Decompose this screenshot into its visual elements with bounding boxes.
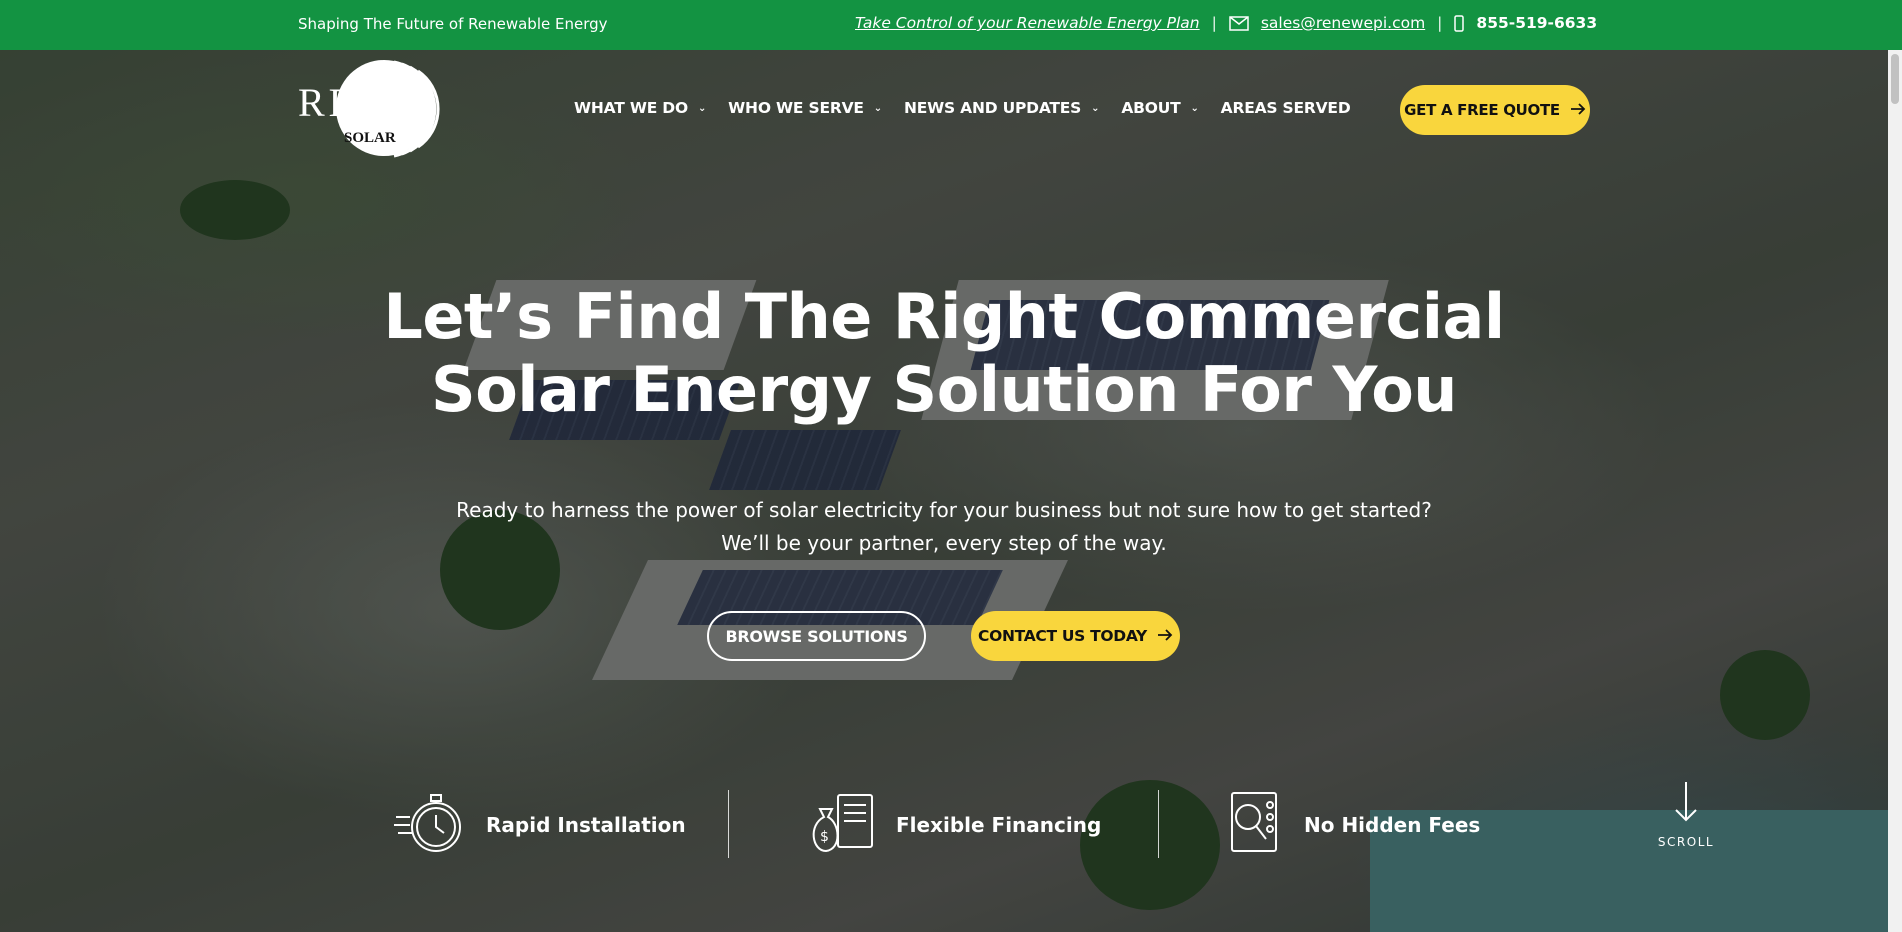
nav-label: WHAT WE DO bbox=[574, 99, 688, 117]
feature-flexible-financing: $ Flexible Financing bbox=[806, 790, 1101, 860]
separator: | bbox=[1211, 14, 1217, 32]
solar-panels bbox=[709, 430, 901, 490]
feature-divider bbox=[1158, 790, 1159, 858]
arrow-right-icon bbox=[1570, 101, 1586, 119]
scroll-indicator[interactable]: SCROLL bbox=[1656, 780, 1716, 849]
nav-label: NEWS AND UPDATES bbox=[903, 99, 1082, 117]
feature-rapid-installation: Rapid Installation bbox=[394, 790, 686, 860]
renewable-plan-link[interactable]: Take Control of your Renewable Energy Pl… bbox=[855, 14, 1200, 32]
nav-label: WHO WE SERVE bbox=[728, 99, 864, 117]
tree bbox=[1720, 650, 1810, 740]
subtitle-line: Ready to harness the power of solar elec… bbox=[456, 498, 1432, 522]
magnifier-document-icon bbox=[1224, 791, 1284, 860]
chevron-down-icon: ⌄ bbox=[1190, 102, 1199, 114]
feature-label: Rapid Installation bbox=[486, 813, 686, 837]
phone-icon bbox=[1454, 14, 1465, 32]
nav-label: AREAS SERVED bbox=[1220, 99, 1351, 117]
button-label: CONTACT US TODAY bbox=[978, 627, 1147, 645]
scroll-label: SCROLL bbox=[1657, 835, 1715, 849]
arrow-down-icon bbox=[1671, 782, 1701, 828]
logo-text: REP bbox=[298, 80, 383, 125]
tree bbox=[180, 180, 290, 240]
contact-us-button[interactable]: CONTACT US TODAY bbox=[971, 611, 1180, 661]
top-bar: Shaping The Future of Renewable Energy T… bbox=[0, 0, 1902, 50]
page-scrollbar[interactable] bbox=[1888, 50, 1902, 932]
top-bar-contact: Take Control of your Renewable Energy Pl… bbox=[855, 14, 1597, 32]
nav-item-about[interactable]: ABOUT ⌄ bbox=[1121, 99, 1199, 117]
nav-item-areas-served[interactable]: AREAS SERVED bbox=[1221, 99, 1351, 117]
nav-label: ABOUT bbox=[1121, 99, 1181, 117]
feature-label: No Hidden Fees bbox=[1304, 813, 1481, 837]
button-label: GET A FREE QUOTE bbox=[1404, 101, 1560, 119]
scrollbar-thumb[interactable] bbox=[1891, 54, 1899, 104]
hero-subtitle: Ready to harness the power of solar elec… bbox=[0, 494, 1888, 560]
main-nav: WHAT WE DO ⌄ WHO WE SERVE ⌄ NEWS AND UPDAT… bbox=[574, 99, 1372, 117]
logo-subtext: SOLAR bbox=[344, 130, 396, 146]
money-bag-icon: $ bbox=[806, 791, 876, 860]
subtitle-line: We’ll be your partner, every step of the… bbox=[721, 531, 1167, 555]
headline-line: Let’s Find The Right Commercial bbox=[383, 280, 1505, 353]
envelope-icon bbox=[1229, 15, 1249, 31]
hero-headline: Let’s Find The Right Commercial Solar En… bbox=[0, 280, 1888, 426]
headline-line: Solar Energy Solution For You bbox=[431, 353, 1457, 426]
svg-text:$: $ bbox=[820, 829, 829, 845]
nav-item-who-we-serve[interactable]: WHO WE SERVE ⌄ bbox=[728, 99, 882, 117]
arrow-right-icon bbox=[1157, 627, 1173, 645]
nav-item-news-and-updates[interactable]: NEWS AND UPDATES ⌄ bbox=[903, 99, 1100, 117]
browse-solutions-button[interactable]: BROWSE SOLUTIONS bbox=[707, 611, 926, 661]
nav-item-what-we-do[interactable]: WHAT WE DO ⌄ bbox=[574, 99, 706, 117]
chevron-down-icon: ⌄ bbox=[873, 102, 882, 114]
tagline: Shaping The Future of Renewable Energy bbox=[298, 15, 608, 33]
rep-solar-logo[interactable]: REP SOLAR bbox=[298, 58, 450, 162]
feature-label: Flexible Financing bbox=[896, 813, 1102, 837]
get-free-quote-button[interactable]: GET A FREE QUOTE bbox=[1400, 85, 1590, 135]
stopwatch-icon bbox=[394, 791, 466, 860]
phone-link[interactable]: 855-519-6633 bbox=[1476, 14, 1597, 32]
separator: | bbox=[1437, 14, 1443, 32]
chevron-down-icon: ⌄ bbox=[1091, 102, 1100, 114]
chevron-down-icon: ⌄ bbox=[697, 102, 707, 114]
feature-divider bbox=[728, 790, 729, 858]
feature-no-hidden-fees: No Hidden Fees bbox=[1224, 790, 1480, 860]
email-link[interactable]: sales@renewepi.com bbox=[1261, 14, 1425, 32]
